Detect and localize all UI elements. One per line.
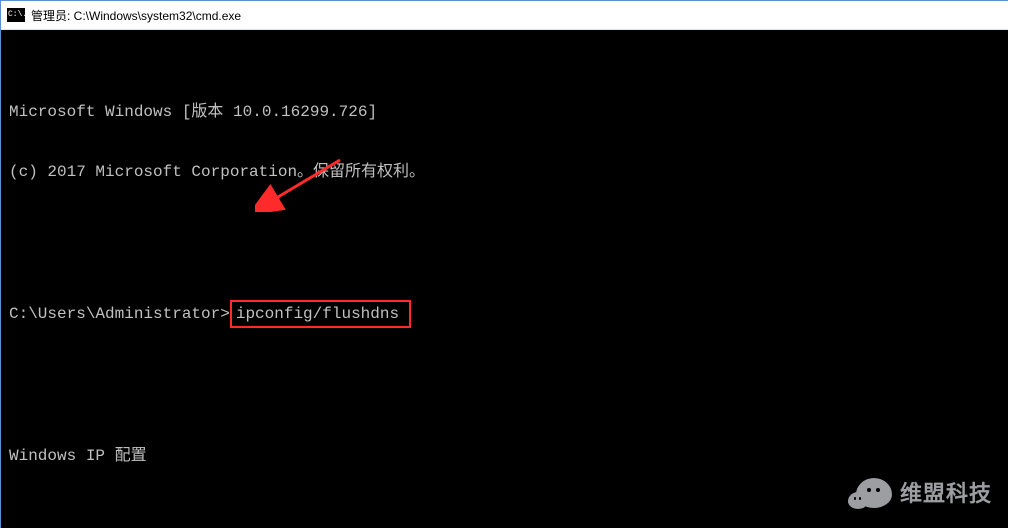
cmd-icon: C:\.	[7, 8, 25, 22]
ip-config-heading: Windows IP 配置	[9, 446, 1000, 466]
version-line: Microsoft Windows [版本 10.0.16299.726]	[9, 102, 1000, 122]
prompt-line-1: C:\Users\Administrator> ipconfig/flushdns	[9, 302, 1000, 326]
titlebar[interactable]: C:\. 管理员: C:\Windows\system32\cmd.exe	[1, 0, 1008, 30]
terminal-area[interactable]: Microsoft Windows [版本 10.0.16299.726] (c…	[1, 30, 1008, 528]
wechat-icon	[848, 474, 896, 514]
blank-line	[9, 386, 1000, 406]
annotation-arrow	[255, 152, 355, 212]
copyright-line: (c) 2017 Microsoft Corporation。保留所有权利。	[9, 162, 1000, 182]
prompt-1: C:\Users\Administrator>	[9, 304, 230, 324]
window-title: 管理员: C:\Windows\system32\cmd.exe	[31, 7, 241, 24]
watermark: 维盟科技	[848, 474, 992, 514]
command-highlight-box: ipconfig/flushdns	[230, 300, 411, 328]
command-text: ipconfig/flushdns	[236, 305, 399, 323]
watermark-text: 维盟科技	[900, 484, 992, 504]
cmd-window: C:\. 管理员: C:\Windows\system32\cmd.exe Mi…	[0, 0, 1008, 528]
blank-line	[9, 222, 1000, 242]
